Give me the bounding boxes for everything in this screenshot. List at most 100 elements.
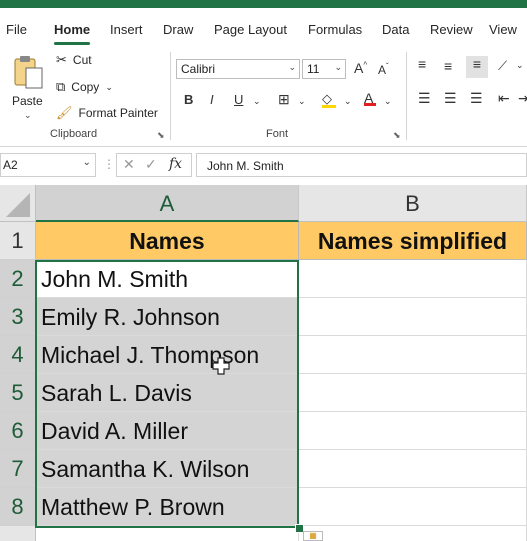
align-center-icon[interactable]: ☰ [444,90,457,107]
cell-a4[interactable]: Michael J. Thompson [36,336,299,374]
copy-icon: ⧉ [56,79,66,94]
decrease-font-icon[interactable]: Aˇ [378,62,389,77]
chevron-down-icon: ⌄ [105,81,113,92]
font-name-value: Calibri [181,62,216,76]
font-size-select[interactable]: 11 ⌄ [302,59,346,79]
row-header-5[interactable]: 5 [0,374,36,412]
tab-insert[interactable]: Insert [110,22,143,37]
dialog-launcher-icon[interactable]: ⬊ [157,130,165,141]
cell-b5[interactable] [299,374,527,412]
title-bar-strip [0,0,527,8]
row-header-8[interactable]: 8 [0,488,36,526]
row-header-2[interactable]: 2 [0,260,36,298]
cell-cursor-icon [212,357,230,375]
cell-a3[interactable]: Emily R. Johnson [36,298,299,336]
format-painter-button[interactable]: 🖌 Format Painter [56,105,158,121]
align-right-icon[interactable]: ☰ [470,90,483,107]
dialog-launcher-icon[interactable]: ⬊ [393,130,401,141]
cell-a5[interactable]: Sarah L. Davis [36,374,299,412]
bold-icon[interactable]: B [184,92,193,107]
scissors-icon: ✂ [56,52,67,67]
chevron-down-icon[interactable]: ⌄ [253,96,261,107]
cut-label: Cut [72,53,92,67]
chevron-down-icon[interactable]: ⌄ [344,96,352,107]
increase-indent-icon[interactable]: ⇥ [518,90,527,107]
underline-icon[interactable]: U [234,92,243,107]
cell-b4[interactable] [299,336,527,374]
font-name-select[interactable]: Calibri ⌄ [176,59,300,79]
orientation-icon[interactable]: ⟋ [498,58,507,74]
cell-b9[interactable] [299,526,527,541]
row-header-4[interactable]: 4 [0,336,36,374]
select-all-icon [6,193,30,217]
tab-view[interactable]: View [489,22,517,37]
cell-a9[interactable] [36,526,299,541]
tab-formulas[interactable]: Formulas [308,22,362,37]
quick-analysis-icon[interactable]: ▦ [303,531,323,541]
font-group-label: Font [266,128,289,140]
cell-a1[interactable]: Names [36,222,299,260]
italic-icon[interactable]: I [210,92,214,107]
chevron-down-icon[interactable]: ⌄ [298,96,306,107]
chevron-down-icon: ⌄ [82,157,91,168]
align-middle-icon[interactable]: ≡ [444,58,452,74]
row-header-9[interactable] [0,526,36,541]
paste-button[interactable]: Paste ⌄ [8,52,48,120]
select-all-button[interactable] [0,185,36,222]
font-color-icon[interactable]: A [364,90,376,106]
align-bottom-icon[interactable]: ≡ [466,56,488,78]
tab-review[interactable]: Review [430,22,473,37]
formula-input[interactable]: John M. Smith [196,153,527,177]
cell-a6[interactable]: David A. Miller [36,412,299,450]
formula-buttons: ✕ ✓ fx [116,153,192,177]
cell-b6[interactable] [299,412,527,450]
tab-data[interactable]: Data [382,22,409,37]
enter-icon[interactable]: ✓ [145,156,157,173]
formula-bar: A2 ⌄ ⋮ ✕ ✓ fx John M. Smith [0,151,527,181]
borders-icon[interactable]: ⊞ [278,91,290,108]
increase-font-icon[interactable]: A^ [354,60,367,76]
row-header-7[interactable]: 7 [0,450,36,488]
copy-label: Copy [71,80,100,94]
paste-icon [14,56,43,89]
chevron-down-icon: ⌄ [334,62,342,72]
divider [406,52,407,140]
paste-label: Paste [12,94,43,108]
cell-a8[interactable]: Matthew P. Brown [36,488,299,526]
align-left-icon[interactable]: ☰ [418,90,431,107]
align-top-icon[interactable]: ≡ [418,56,426,72]
chevron-down-icon[interactable]: ⌄ [384,96,392,107]
fill-color-icon[interactable]: ◇ [322,91,336,108]
clipboard-group-label: Clipboard [50,128,98,140]
chevron-down-icon[interactable]: ⌄ [516,60,524,71]
cut-button[interactable]: ✂ Cut [56,52,92,68]
cell-a7[interactable]: Samantha K. Wilson [36,450,299,488]
tab-page-layout[interactable]: Page Layout [214,22,287,37]
cell-b7[interactable] [299,450,527,488]
tab-file[interactable]: File [6,22,27,37]
row-header-1[interactable]: 1 [0,222,36,260]
cell-b3[interactable] [299,298,527,336]
name-box-value: A2 [3,158,18,172]
cell-b8[interactable] [299,488,527,526]
copy-button[interactable]: ⧉ Copy ⌄ [56,79,113,95]
ribbon-tabs: File Home Insert Draw Page Layout Formul… [0,8,527,46]
cell-b1[interactable]: Names simplified [299,222,527,260]
cell-b2[interactable] [299,260,527,298]
formula-value: John M. Smith [207,159,284,173]
cell-a2[interactable]: John M. Smith [36,260,299,298]
format-painter-label: Format Painter [78,106,158,120]
tab-draw[interactable]: Draw [163,22,193,37]
active-tab-indicator [54,42,90,45]
row-header-6[interactable]: 6 [0,412,36,450]
insert-function-icon[interactable]: fx [169,156,182,172]
chevron-down-icon: ⌄ [288,62,296,72]
chevron-down-icon: ⌄ [24,110,32,120]
column-header-a[interactable]: A [36,185,299,222]
name-box[interactable]: A2 ⌄ [0,153,96,177]
cancel-icon[interactable]: ✕ [123,156,135,173]
row-header-3[interactable]: 3 [0,298,36,336]
column-header-b[interactable]: B [299,185,527,222]
tab-home[interactable]: Home [54,22,90,37]
decrease-indent-icon[interactable]: ⇤ [498,90,510,107]
